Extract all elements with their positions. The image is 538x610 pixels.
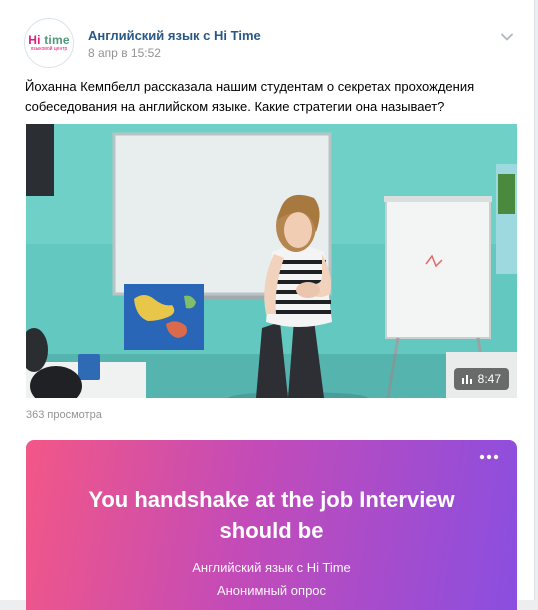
more-options-icon[interactable] — [479, 454, 499, 460]
author-name-link[interactable]: Английский язык с Hi Time — [88, 28, 261, 43]
community-avatar[interactable]: Hi time языковой центр — [24, 18, 74, 68]
video-duration-badge: 8:47 — [453, 368, 509, 390]
poll-question: You handshake at the job Interview shoul… — [88, 487, 455, 543]
avatar-logo: Hi time — [28, 33, 70, 47]
video-frame — [26, 124, 517, 398]
poll-author: Английский язык с Hi Time — [192, 560, 351, 575]
poll-type: Анонимный опрос — [216, 583, 327, 598]
equalizer-icon — [461, 375, 472, 384]
video-duration: 8:47 — [477, 372, 501, 386]
video-player[interactable]: 8:47 — [26, 124, 517, 398]
wall-post: Hi time языковой центр Английский язык с… — [0, 0, 535, 610]
poll-card[interactable]: You handshake at the job Interview shoul… — [26, 440, 517, 610]
view-count: 363 просмотра — [26, 409, 102, 421]
chevron-down-icon[interactable] — [500, 30, 514, 44]
avatar-logo-subtitle: языковой центр — [30, 46, 68, 52]
post-text: Йоханна Кемпбелл рассказала нашим студен… — [25, 79, 475, 114]
post-date-link[interactable]: 8 апр в 15:52 — [88, 46, 161, 60]
